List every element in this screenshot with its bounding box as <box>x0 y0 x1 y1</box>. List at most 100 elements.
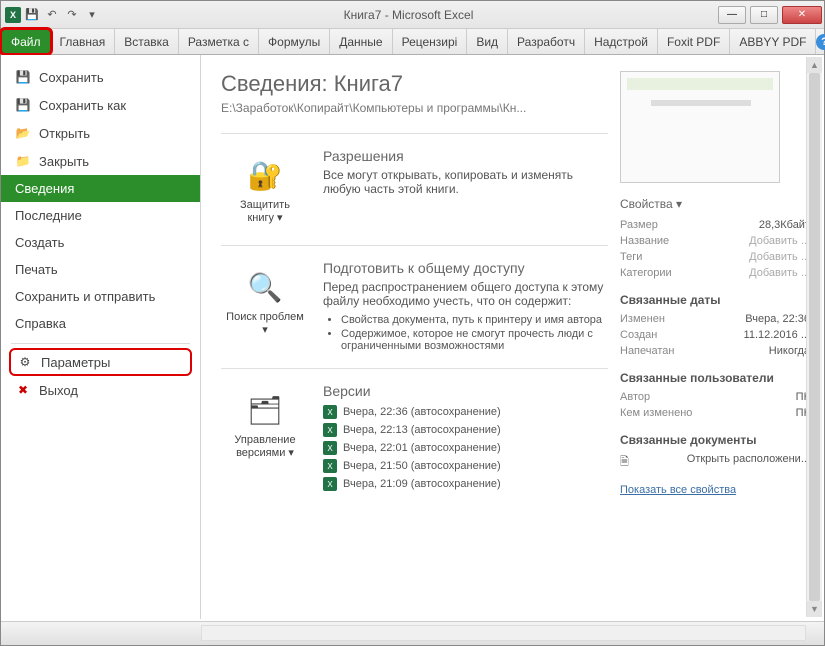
horizontal-scrollbar[interactable] <box>201 625 806 641</box>
sidebar-label: Последние <box>15 208 82 223</box>
minimize-button[interactable]: — <box>718 6 746 24</box>
link-label: Открыть расположени... <box>687 453 810 472</box>
manage-versions-button[interactable]: 🗂 Управление версиями ▾ <box>221 383 309 493</box>
version-label: Вчера, 22:36 (автосохранение) <box>343 406 501 418</box>
protect-workbook-button[interactable]: 🔐 Защитить книгу ▾ <box>221 148 309 231</box>
ribbon-tabs: Файл Главная Вставка Разметка с Формулы … <box>1 29 824 55</box>
checklist-icon: 🔍 <box>245 267 285 307</box>
sidebar-item-exit[interactable]: ✖Выход <box>1 376 200 404</box>
open-icon: 📂 <box>15 125 31 141</box>
tab-view[interactable]: Вид <box>467 29 508 54</box>
sidebar-item-print[interactable]: Печать <box>1 256 200 283</box>
help-icon[interactable]: ? <box>816 34 825 50</box>
sidebar-label: Сохранить как <box>39 98 126 113</box>
open-location-link[interactable]: 🗎Открыть расположени... <box>620 451 810 474</box>
exit-icon: ✖ <box>15 382 31 398</box>
versions-icon: 🗂 <box>245 390 285 430</box>
version-row[interactable]: X Вчера, 22:36 (автосохранение) <box>323 403 608 421</box>
list-item: Содержимое, которое не смогут прочесть л… <box>341 328 608 352</box>
excel-file-icon: X <box>323 459 337 473</box>
sidebar-item-help[interactable]: Справка <box>1 310 200 337</box>
save-icon: 💾 <box>15 69 31 85</box>
tab-review[interactable]: Рецензирі <box>393 29 468 54</box>
sidebar-label: Создать <box>15 235 64 250</box>
button-label: Управление версиями ▾ <box>226 434 304 459</box>
version-row[interactable]: XВчера, 21:09 (автосохранение) <box>323 475 608 493</box>
excel-file-icon: X <box>323 423 337 437</box>
permissions-heading: Разрешения <box>323 148 608 164</box>
permissions-text: Все могут открывать, копировать и изменя… <box>323 168 608 196</box>
prop-value: Вчера, 22:36 <box>745 313 810 325</box>
sidebar-item-new[interactable]: Создать <box>1 229 200 256</box>
version-row[interactable]: XВчера, 22:01 (автосохранение) <box>323 439 608 457</box>
qat-redo-icon[interactable]: ↷ <box>63 6 81 24</box>
sidebar-item-recent[interactable]: Последние <box>1 202 200 229</box>
prop-value: 28,3Кбайт <box>759 219 810 231</box>
prop-key: Создан <box>620 329 657 341</box>
scroll-down-icon[interactable]: ▼ <box>807 601 822 617</box>
info-panel: Сведения: Книга7 E:\Заработок\Копирайт\К… <box>201 55 824 619</box>
prop-value[interactable]: Добавить ... <box>749 267 810 279</box>
prepare-list: Свойства документа, путь к принтеру и им… <box>341 314 608 352</box>
tab-abbyy[interactable]: ABBYY PDF <box>730 29 816 54</box>
qat-customize-icon[interactable]: ▾ <box>83 6 101 24</box>
sidebar-label: Открыть <box>39 126 90 141</box>
backstage-sidebar: 💾Сохранить 💾 Сохранить как 📂 Открыть 📁Закр… <box>1 55 201 619</box>
maximize-button[interactable]: □ <box>750 6 778 24</box>
tab-file[interactable]: Файл <box>1 29 51 54</box>
tab-formulas[interactable]: Формулы <box>259 29 330 54</box>
qat-undo-icon[interactable]: ↶ <box>43 6 61 24</box>
prop-key: Категории <box>620 267 672 279</box>
tab-developer[interactable]: Разработч <box>508 29 585 54</box>
tab-addins[interactable]: Надстрой <box>585 29 658 54</box>
saveas-icon: 💾 <box>15 97 31 113</box>
excel-file-icon: X <box>323 405 337 419</box>
tab-home[interactable]: Главная <box>51 29 116 54</box>
vertical-scrollbar[interactable]: ▲ ▼ <box>806 57 822 617</box>
tab-pagelayout[interactable]: Разметка с <box>179 29 259 54</box>
versions-heading: Версии <box>323 383 608 399</box>
sidebar-item-open[interactable]: 📂 Открыть <box>1 119 200 147</box>
sidebar-label: Сохранить и отправить <box>15 289 155 304</box>
sidebar-label: Печать <box>15 262 58 277</box>
sidebar-item-save[interactable]: 💾Сохранить <box>1 63 200 91</box>
tab-foxit[interactable]: Foxit PDF <box>658 29 730 54</box>
docs-heading: Связанные документы <box>620 433 810 447</box>
list-item: Свойства документа, путь к принтеру и им… <box>341 314 608 326</box>
options-icon: ⚙ <box>17 354 33 370</box>
backstage-view: 💾Сохранить 💾 Сохранить как 📂 Открыть 📁Закр… <box>1 55 824 619</box>
button-label: Поиск проблем ▾ <box>226 311 304 336</box>
check-issues-button[interactable]: 🔍 Поиск проблем ▾ <box>221 260 309 354</box>
version-row[interactable]: X Вчера, 21:50 (автосохранение) <box>323 457 608 475</box>
scroll-up-icon[interactable]: ▲ <box>807 57 822 73</box>
version-row[interactable]: XВчера, 22:13 (автосохранение) <box>323 421 608 439</box>
sidebar-item-info[interactable]: Сведения <box>1 175 200 202</box>
version-label: Вчера, 21:50 (автосохранение) <box>343 460 501 472</box>
file-path: E:\Заработок\Копирайт\Компьютеры и прогр… <box>221 101 608 115</box>
properties-dropdown[interactable]: Свойства ▾ <box>620 197 810 211</box>
lock-icon: 🔐 <box>245 155 285 195</box>
tab-data[interactable]: Данные <box>330 29 392 54</box>
prop-value: 11.12.2016 ... <box>744 329 810 341</box>
sidebar-item-saveas[interactable]: 💾 Сохранить как <box>1 91 200 119</box>
show-all-properties-link[interactable]: Показать все свойства <box>620 484 810 496</box>
sidebar-label: Сведения <box>15 181 74 196</box>
button-label: Защитить книгу ▾ <box>226 199 304 224</box>
scroll-thumb[interactable] <box>809 73 820 601</box>
permissions-section: 🔐 Защитить книгу ▾ Разрешения Все могут … <box>221 133 608 245</box>
document-thumbnail[interactable] <box>620 71 780 183</box>
sidebar-item-options[interactable]: ⚙ Параметры <box>11 350 190 374</box>
prop-value[interactable]: Добавить ... <box>749 251 810 263</box>
dates-heading: Связанные даты <box>620 293 810 307</box>
prop-key: Напечатан <box>620 345 674 357</box>
tab-insert[interactable]: Вставка <box>115 29 179 54</box>
users-heading: Связанные пользователи <box>620 371 810 385</box>
version-label: Вчера, 21:09 (автосохранение) <box>343 478 501 490</box>
sidebar-label: Параметры <box>41 355 110 370</box>
prop-value[interactable]: Добавить ... <box>749 235 810 247</box>
qat-save-icon[interactable]: 💾 <box>23 6 41 24</box>
close-icon: 📁 <box>15 153 31 169</box>
close-button[interactable]: ✕ <box>782 6 822 24</box>
sidebar-item-close[interactable]: 📁Закрыть <box>1 147 200 175</box>
sidebar-item-share[interactable]: Сохранить и отправить <box>1 283 200 310</box>
